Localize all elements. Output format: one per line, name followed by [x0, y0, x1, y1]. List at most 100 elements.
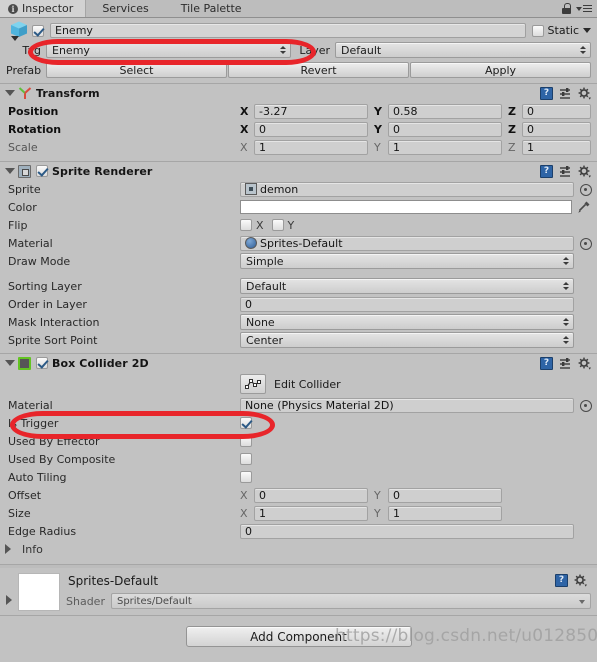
foldout-transform-icon[interactable] [5, 90, 15, 96]
layer-value: Default [341, 43, 382, 57]
position-y-axis-label: Y [374, 104, 382, 118]
edit-collider-button[interactable] [240, 374, 266, 394]
component-header-sprite-renderer[interactable]: Sprite Renderer ? [0, 162, 597, 180]
watermark: https://blog.csdn.net/u012850396 [335, 626, 597, 646]
help-icon[interactable]: ? [555, 574, 568, 587]
scale-y-input[interactable]: 1 [388, 139, 502, 155]
sprite-sort-point-row: Sprite Sort Point Center [0, 331, 597, 349]
info-foldout-row[interactable]: Info [0, 540, 597, 558]
draw-mode-dropdown[interactable]: Simple [240, 253, 574, 269]
foldout-info-icon[interactable] [5, 544, 14, 554]
shader-dropdown[interactable]: Sprites/Default [110, 593, 591, 609]
material-label: Material [8, 236, 53, 250]
static-toggle-group[interactable]: Static [531, 24, 591, 37]
sprite-renderer-enabled-checkbox[interactable] [36, 165, 48, 177]
tab-tile-palette[interactable]: Tile Palette [165, 0, 258, 17]
offset-y-input[interactable]: 0 [388, 487, 502, 503]
flip-y-checkbox[interactable] [271, 219, 284, 231]
is-trigger-checkbox[interactable] [240, 417, 252, 429]
sorting-layer-value: Default [246, 279, 287, 293]
position-y-input[interactable]: 0.58 [388, 103, 502, 119]
material-preview-icons: ? [555, 574, 587, 587]
edit-collider-label: Edit Collider [274, 377, 341, 391]
foldout-box-collider-2d-icon[interactable] [5, 360, 15, 366]
size-y-input[interactable]: 1 [388, 505, 502, 521]
preset-icon[interactable] [559, 165, 572, 178]
component-header-box-collider-2d[interactable]: Box Collider 2D ? [0, 354, 597, 372]
mask-interaction-dropdown[interactable]: None [240, 314, 574, 330]
size-x-input[interactable]: 1 [254, 505, 368, 521]
gameobject-cube-icon[interactable] [8, 20, 32, 42]
rotation-z-input[interactable]: 0 [522, 121, 591, 137]
tag-dropdown[interactable]: Enemy [46, 42, 291, 58]
box-collider-2d-enabled-checkbox[interactable] [36, 357, 48, 369]
auto-tiling-label: Auto Tiling [8, 470, 67, 484]
help-icon[interactable]: ? [540, 86, 553, 100]
rotation-y-input[interactable]: 0 [388, 121, 502, 137]
flip-label: Flip [8, 218, 28, 232]
hamburger-menu-icon[interactable] [576, 4, 592, 13]
used-by-composite-label: Used By Composite [8, 452, 116, 466]
gear-icon[interactable] [574, 574, 587, 587]
lock-icon[interactable] [562, 3, 571, 14]
rotation-x-input[interactable]: 0 [254, 121, 368, 137]
size-label: Size [8, 506, 31, 520]
tab-services-label: Services [102, 2, 149, 15]
used-by-effector-row: Used By Effector [0, 432, 597, 450]
gameobject-name-input[interactable]: Enemy [50, 23, 526, 38]
position-z-input[interactable]: 0 [522, 103, 591, 119]
gear-icon[interactable] [578, 165, 591, 178]
preset-icon[interactable] [559, 87, 572, 100]
tab-services[interactable]: Services [86, 0, 164, 17]
edge-radius-input[interactable]: 0 [240, 523, 574, 539]
transform-rotation-row: Rotation X 0 Y 0 Z 0 [0, 120, 597, 138]
object-picker-icon[interactable] [579, 237, 592, 250]
prefab-select-button[interactable]: Select [46, 62, 227, 78]
sprite-object-field[interactable]: demon [240, 181, 574, 197]
gameobject-active-checkbox[interactable] [32, 24, 44, 37]
component-title-transform: Transform [36, 86, 100, 100]
collider-material-object-field[interactable]: None (Physics Material 2D) [240, 397, 574, 413]
used-by-effector-checkbox[interactable] [240, 435, 252, 447]
foldout-material-preview-icon[interactable] [6, 595, 12, 605]
color-row: Color [0, 198, 597, 216]
prefab-revert-button[interactable]: Revert [228, 62, 409, 78]
help-icon[interactable]: ? [540, 164, 553, 178]
flip-x-checkbox[interactable] [240, 219, 252, 231]
chevron-down-icon[interactable] [583, 28, 591, 33]
sprite-sort-point-dropdown[interactable]: Center [240, 332, 574, 348]
auto-tiling-row: Auto Tiling [0, 468, 597, 486]
layer-dropdown[interactable]: Default [335, 42, 591, 58]
object-picker-icon[interactable] [579, 399, 592, 412]
used-by-composite-checkbox[interactable] [240, 453, 252, 465]
gear-icon[interactable] [578, 87, 591, 100]
position-z-axis-label: Z [508, 104, 516, 118]
prefab-apply-button[interactable]: Apply [410, 62, 591, 78]
material-object-field[interactable]: Sprites-Default [240, 235, 574, 251]
scale-x-input[interactable]: 1 [254, 139, 368, 155]
position-x-input[interactable]: -3.27 [254, 103, 368, 119]
tab-inspector[interactable]: i Inspector [0, 0, 87, 17]
material-sphere-icon [245, 237, 257, 249]
offset-vector: X 0 Y 0 [240, 487, 591, 503]
help-icon[interactable]: ? [540, 356, 553, 370]
position-label: Position [8, 104, 59, 118]
sorting-layer-dropdown[interactable]: Default [240, 278, 574, 294]
scale-y-axis-label: Y [374, 140, 381, 154]
static-checkbox[interactable] [531, 24, 544, 37]
order-in-layer-input[interactable]: 0 [240, 296, 574, 312]
gear-icon[interactable] [578, 357, 591, 370]
scale-z-input[interactable]: 1 [522, 139, 591, 155]
foldout-sprite-renderer-icon[interactable] [5, 168, 15, 174]
eyedropper-icon[interactable] [577, 200, 591, 214]
draw-mode-value: Simple [246, 254, 284, 268]
object-picker-icon[interactable] [579, 183, 592, 196]
offset-x-axis-label: X [240, 488, 248, 502]
component-header-transform[interactable]: Transform ? [0, 84, 597, 102]
offset-x-input[interactable]: 0 [254, 487, 368, 503]
scale-z-axis-label: Z [508, 140, 516, 154]
offset-y-axis-label: Y [374, 488, 381, 502]
preset-icon[interactable] [559, 357, 572, 370]
color-swatch-field[interactable] [240, 200, 572, 214]
auto-tiling-checkbox[interactable] [240, 471, 252, 483]
